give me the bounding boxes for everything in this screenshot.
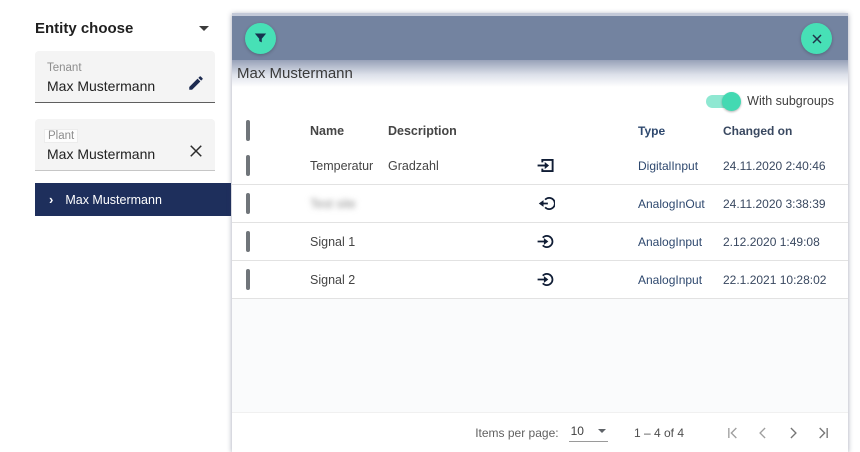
sidebar-title: Entity choose bbox=[35, 20, 133, 37]
column-header-description[interactable]: Description bbox=[388, 124, 488, 138]
chevron-down-icon bbox=[598, 429, 606, 433]
panel-title: Max Mustermann bbox=[237, 65, 353, 82]
cell-changed-on: 22.1.2021 10:28:02 bbox=[703, 273, 848, 287]
previous-page-button[interactable] bbox=[748, 418, 778, 448]
chevron-right-icon[interactable]: › bbox=[49, 192, 53, 207]
cell-changed-on: 24.11.2020 2:40:46 bbox=[703, 159, 848, 173]
table-row[interactable]: Signal 2 AnalogInput 22.1.2021 10:28:02 bbox=[232, 261, 848, 299]
circle-arrow-in-icon bbox=[488, 232, 603, 251]
toggle-thumb[interactable] bbox=[722, 92, 741, 111]
cell-name: Test site bbox=[302, 197, 388, 211]
cell-changed-on: 24.11.2020 3:38:39 bbox=[703, 197, 848, 211]
table-row[interactable]: Temperatur Gradzahl DigitalInput 24.11.2… bbox=[232, 147, 848, 185]
cell-type: AnalogInOut bbox=[603, 197, 703, 211]
cell-name: Signal 2 bbox=[302, 273, 388, 287]
cell-description: Gradzahl bbox=[388, 159, 488, 173]
column-header-changed[interactable]: Changed on bbox=[703, 124, 848, 138]
table-header-row: Name Description Type Changed on bbox=[232, 115, 848, 147]
tenant-field[interactable]: Tenant Max Mustermann bbox=[35, 51, 215, 103]
items-per-page-select[interactable]: 10 bbox=[569, 424, 608, 442]
cell-name: Signal 1 bbox=[302, 235, 388, 249]
panel-title-strip: Max Mustermann bbox=[232, 60, 848, 87]
row-checkbox[interactable] bbox=[246, 269, 250, 290]
items-per-page-label: Items per page: bbox=[475, 426, 558, 440]
table-row[interactable]: Signal 1 AnalogInput 2.12.2020 1:49:08 bbox=[232, 223, 848, 261]
input-bracket-icon bbox=[488, 156, 603, 175]
entity-sidebar: Entity choose Tenant Max Mustermann Plan… bbox=[35, 20, 231, 216]
filter-button[interactable] bbox=[245, 23, 276, 54]
table-row[interactable]: Test site AnalogInOut 24.11.2020 3:38:39 bbox=[232, 185, 848, 223]
first-page-button[interactable] bbox=[718, 418, 748, 448]
tenant-label: Tenant bbox=[47, 62, 82, 74]
close-panel-button[interactable] bbox=[801, 23, 832, 54]
tree-item-label: Max Mustermann bbox=[65, 193, 162, 207]
clear-icon[interactable] bbox=[187, 142, 205, 160]
paginator: Items per page: 10 1 – 4 of 4 bbox=[232, 412, 848, 452]
row-checkbox[interactable] bbox=[246, 193, 250, 214]
row-checkbox[interactable] bbox=[246, 155, 250, 176]
table-empty-area bbox=[232, 299, 848, 412]
plant-label: Plant bbox=[44, 129, 78, 143]
column-header-name[interactable]: Name bbox=[302, 124, 388, 138]
tree-item-entity[interactable]: › Max Mustermann bbox=[35, 183, 231, 216]
funnel-icon bbox=[252, 30, 269, 47]
close-icon bbox=[809, 31, 825, 47]
cell-type: DigitalInput bbox=[603, 159, 703, 173]
items-per-page-value: 10 bbox=[571, 424, 584, 438]
circle-arrow-out-icon bbox=[488, 194, 603, 213]
cell-type: AnalogInput bbox=[603, 273, 703, 287]
select-all-checkbox[interactable] bbox=[246, 120, 250, 141]
cell-name: Temperatur bbox=[302, 159, 388, 173]
collapse-caret-icon[interactable] bbox=[199, 26, 209, 31]
panel-toolbar bbox=[232, 13, 848, 60]
signals-panel: Max Mustermann With subgroups Name Descr… bbox=[232, 13, 848, 452]
column-header-type[interactable]: Type bbox=[603, 124, 703, 138]
plant-field[interactable]: Plant Max Mustermann bbox=[35, 119, 215, 171]
plant-value: Max Mustermann bbox=[47, 146, 205, 162]
next-page-button[interactable] bbox=[778, 418, 808, 448]
page-range-label: 1 – 4 of 4 bbox=[634, 426, 684, 440]
with-subgroups-label: With subgroups bbox=[747, 94, 834, 108]
cell-changed-on: 2.12.2020 1:49:08 bbox=[703, 235, 848, 249]
last-page-button[interactable] bbox=[808, 418, 838, 448]
cell-type: AnalogInput bbox=[603, 235, 703, 249]
circle-arrow-in-icon bbox=[488, 270, 603, 289]
row-checkbox[interactable] bbox=[246, 231, 250, 252]
edit-icon[interactable] bbox=[187, 74, 205, 92]
with-subgroups-toggle[interactable] bbox=[706, 95, 739, 108]
tenant-value: Max Mustermann bbox=[47, 78, 205, 94]
